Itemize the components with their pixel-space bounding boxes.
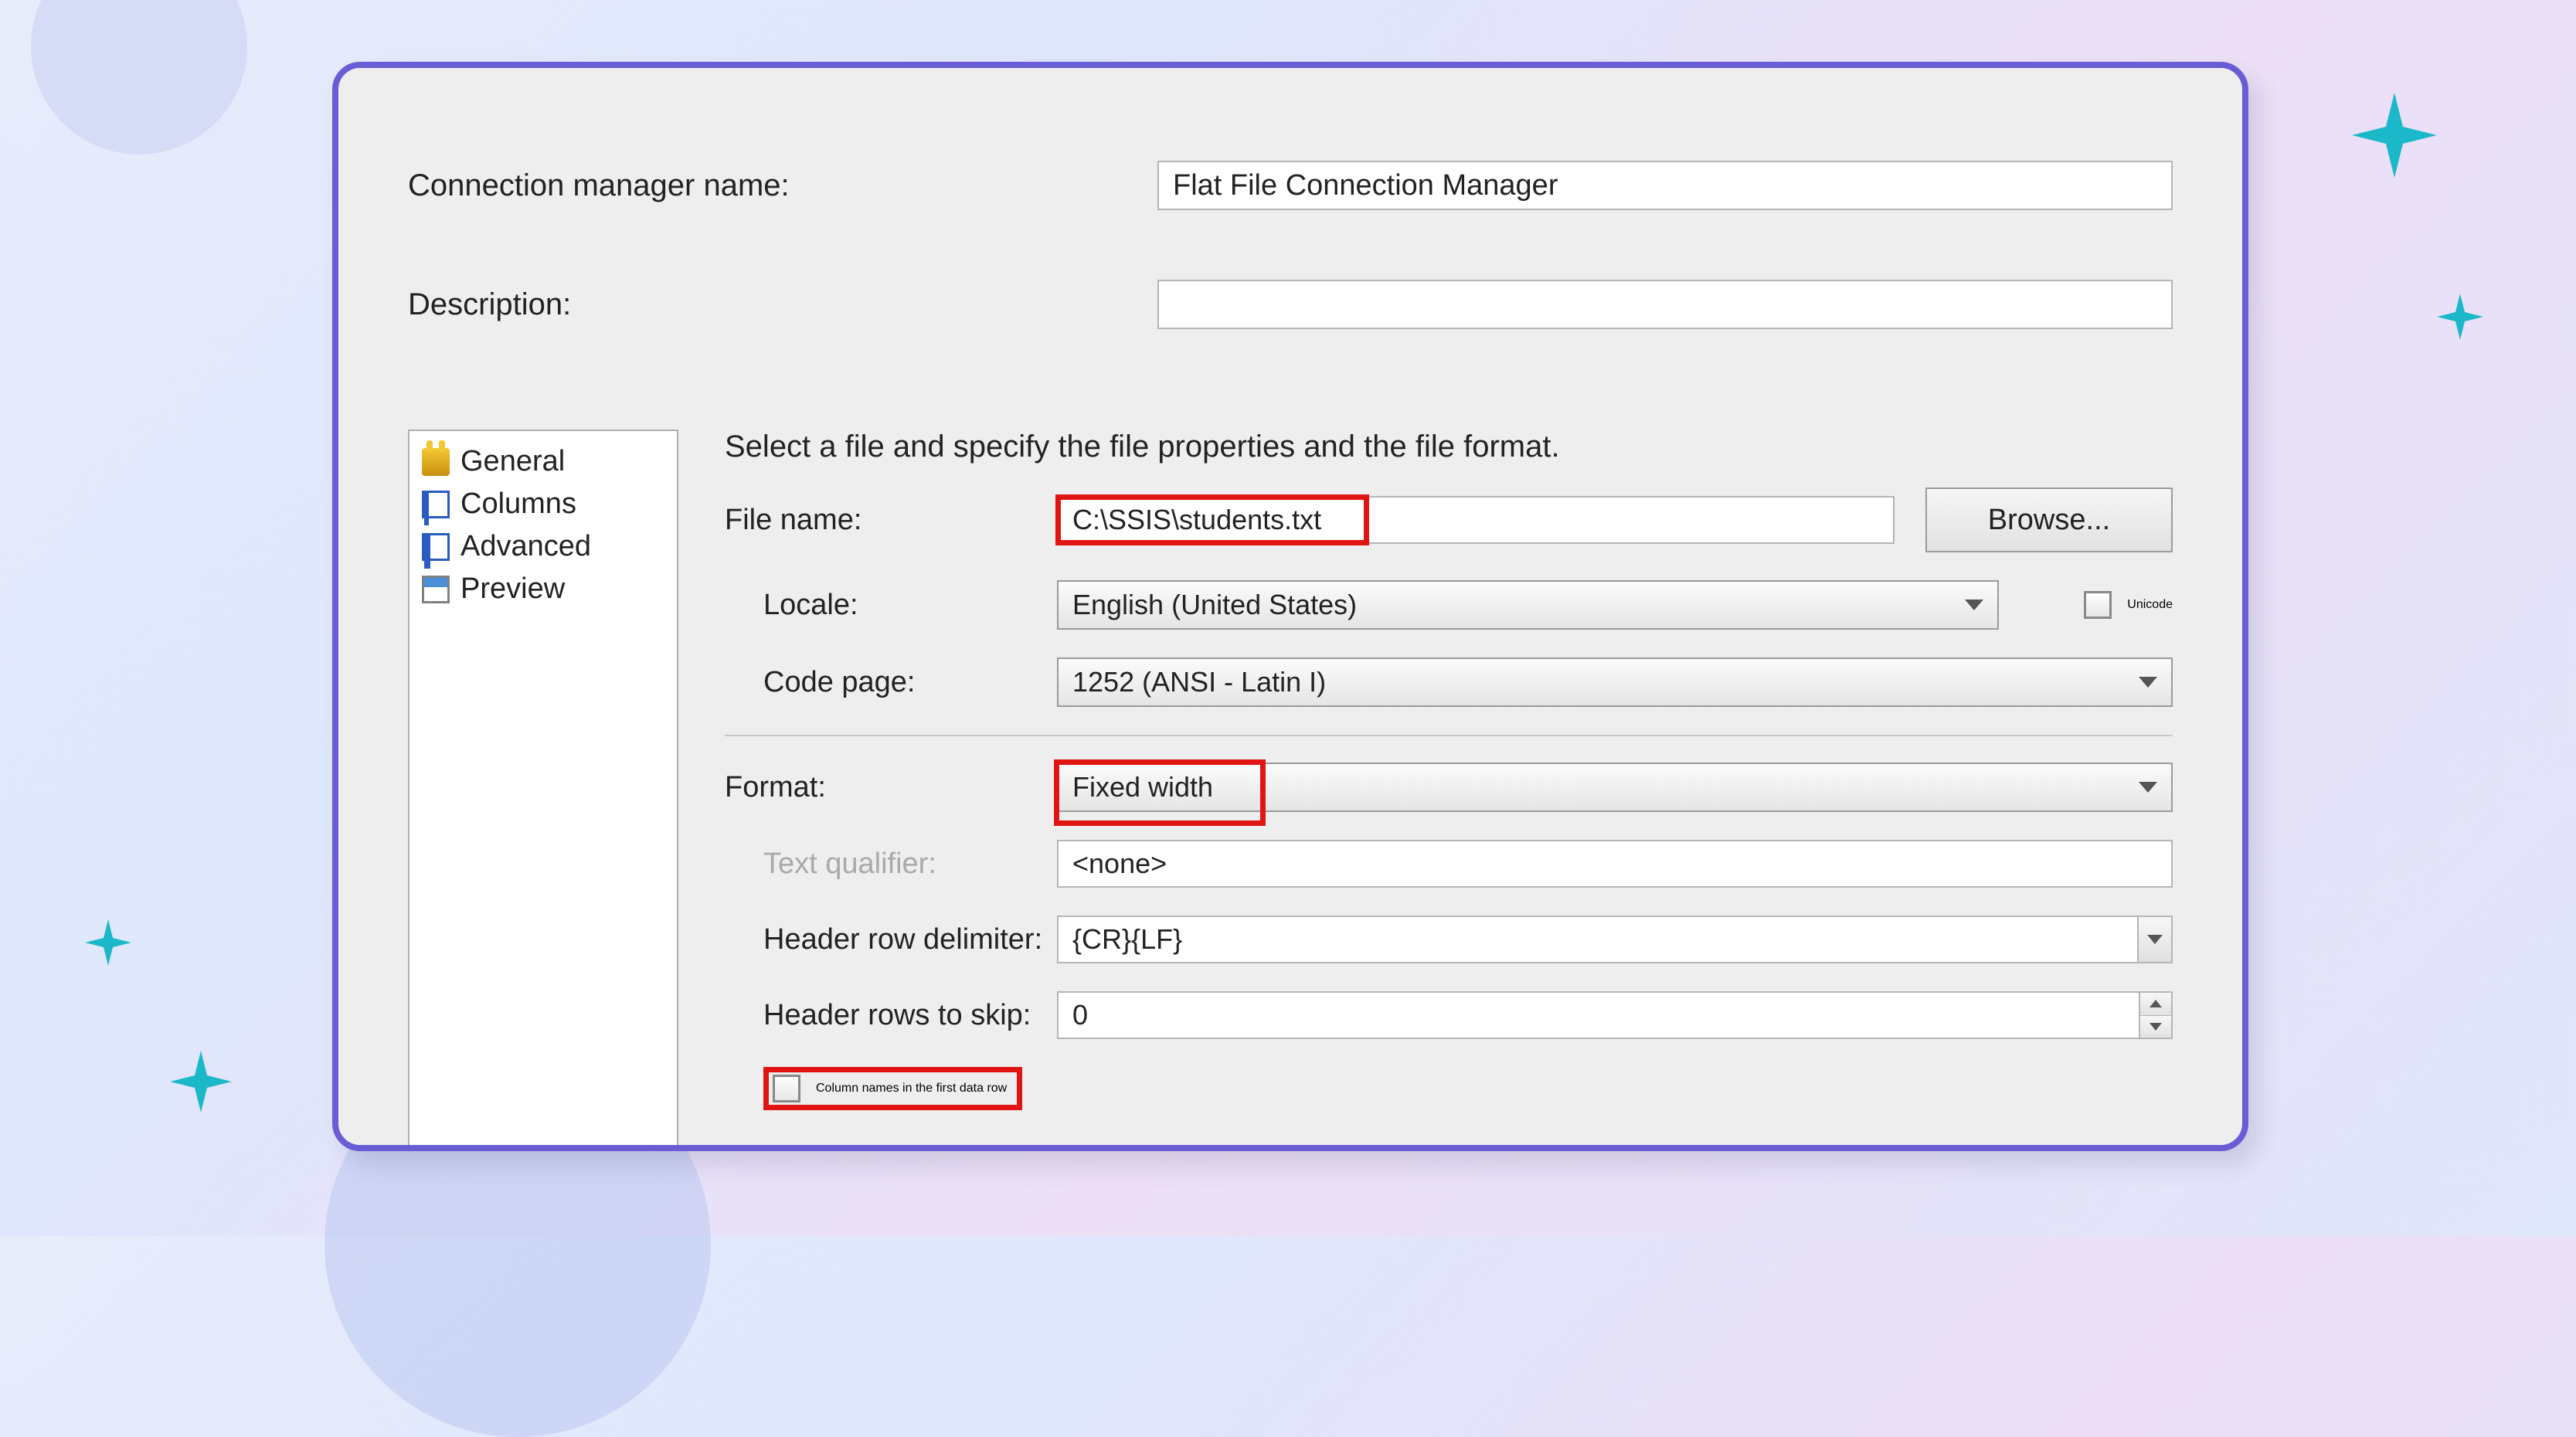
header-rows-skip-spinner[interactable] — [2140, 991, 2173, 1039]
columns-icon — [422, 491, 450, 518]
locale-label: Locale: — [763, 589, 1057, 622]
decorative-circle — [31, 0, 247, 155]
chevron-up-icon — [2149, 1000, 2162, 1007]
connection-manager-name-input[interactable] — [1157, 161, 2173, 210]
header-row-delimiter-input[interactable]: {CR}{LF} — [1057, 916, 2139, 963]
sidebar-item-advanced[interactable]: Advanced — [410, 525, 677, 568]
text-qualifier-input[interactable]: <none> — [1057, 840, 2173, 888]
sidebar-item-label: General — [460, 445, 565, 478]
sidebar-item-label: Columns — [460, 487, 576, 521]
description-label: Description: — [408, 287, 1157, 322]
browse-button[interactable]: Browse... — [1925, 487, 2173, 552]
sidebar: General Columns Advanced Preview — [408, 430, 678, 1145]
chevron-down-icon — [2139, 677, 2157, 688]
sparkle-icon — [170, 1051, 232, 1113]
header-row-delimiter-dropdown[interactable] — [2139, 916, 2173, 963]
unicode-checkbox[interactable] — [2084, 591, 2112, 619]
chevron-down-icon — [2139, 782, 2157, 793]
sparkle-icon — [2352, 93, 2437, 178]
file-name-input[interactable]: C:\SSIS\students.txt — [1057, 496, 1895, 544]
sparkle-icon — [85, 919, 131, 966]
locale-select[interactable]: English (United States) — [1057, 580, 1999, 630]
column-names-label: Column names in the first data row — [816, 1082, 1007, 1096]
sidebar-item-label: Advanced — [460, 530, 591, 563]
description-input[interactable] — [1157, 280, 2173, 329]
text-qualifier-label: Text qualifier: — [763, 848, 1057, 881]
unicode-label: Unicode — [2127, 598, 2173, 612]
sidebar-item-label: Preview — [460, 572, 565, 606]
chevron-down-icon — [2147, 935, 2163, 944]
sidebar-item-general[interactable]: General — [410, 440, 677, 483]
file-name-label: File name: — [725, 504, 1057, 537]
instruction-text: Select a file and specify the file prope… — [725, 430, 2173, 464]
header-rows-skip-input[interactable]: 0 — [1057, 991, 2140, 1039]
sidebar-item-columns[interactable]: Columns — [410, 483, 677, 525]
format-label: Format: — [725, 771, 1057, 804]
connection-manager-name-label: Connection manager name: — [408, 168, 1157, 203]
format-select[interactable]: Fixed width — [1057, 763, 2173, 812]
chevron-down-icon — [2149, 1023, 2162, 1031]
header-rows-skip-label: Header rows to skip: — [763, 999, 1057, 1032]
divider — [725, 735, 2173, 736]
code-page-label: Code page: — [763, 666, 1057, 699]
general-icon — [422, 448, 450, 476]
dialog-window: Connection manager name: Description: Ge… — [332, 62, 2248, 1151]
column-names-checkbox[interactable] — [773, 1075, 800, 1102]
header-row-delimiter-label: Header row delimiter: — [763, 923, 1057, 956]
code-page-select[interactable]: 1252 (ANSI - Latin I) — [1057, 657, 2173, 707]
chevron-down-icon — [1965, 600, 1983, 610]
preview-icon — [422, 576, 450, 603]
sidebar-item-preview[interactable]: Preview — [410, 568, 677, 610]
advanced-icon — [422, 533, 450, 561]
sparkle-icon — [2437, 294, 2483, 340]
